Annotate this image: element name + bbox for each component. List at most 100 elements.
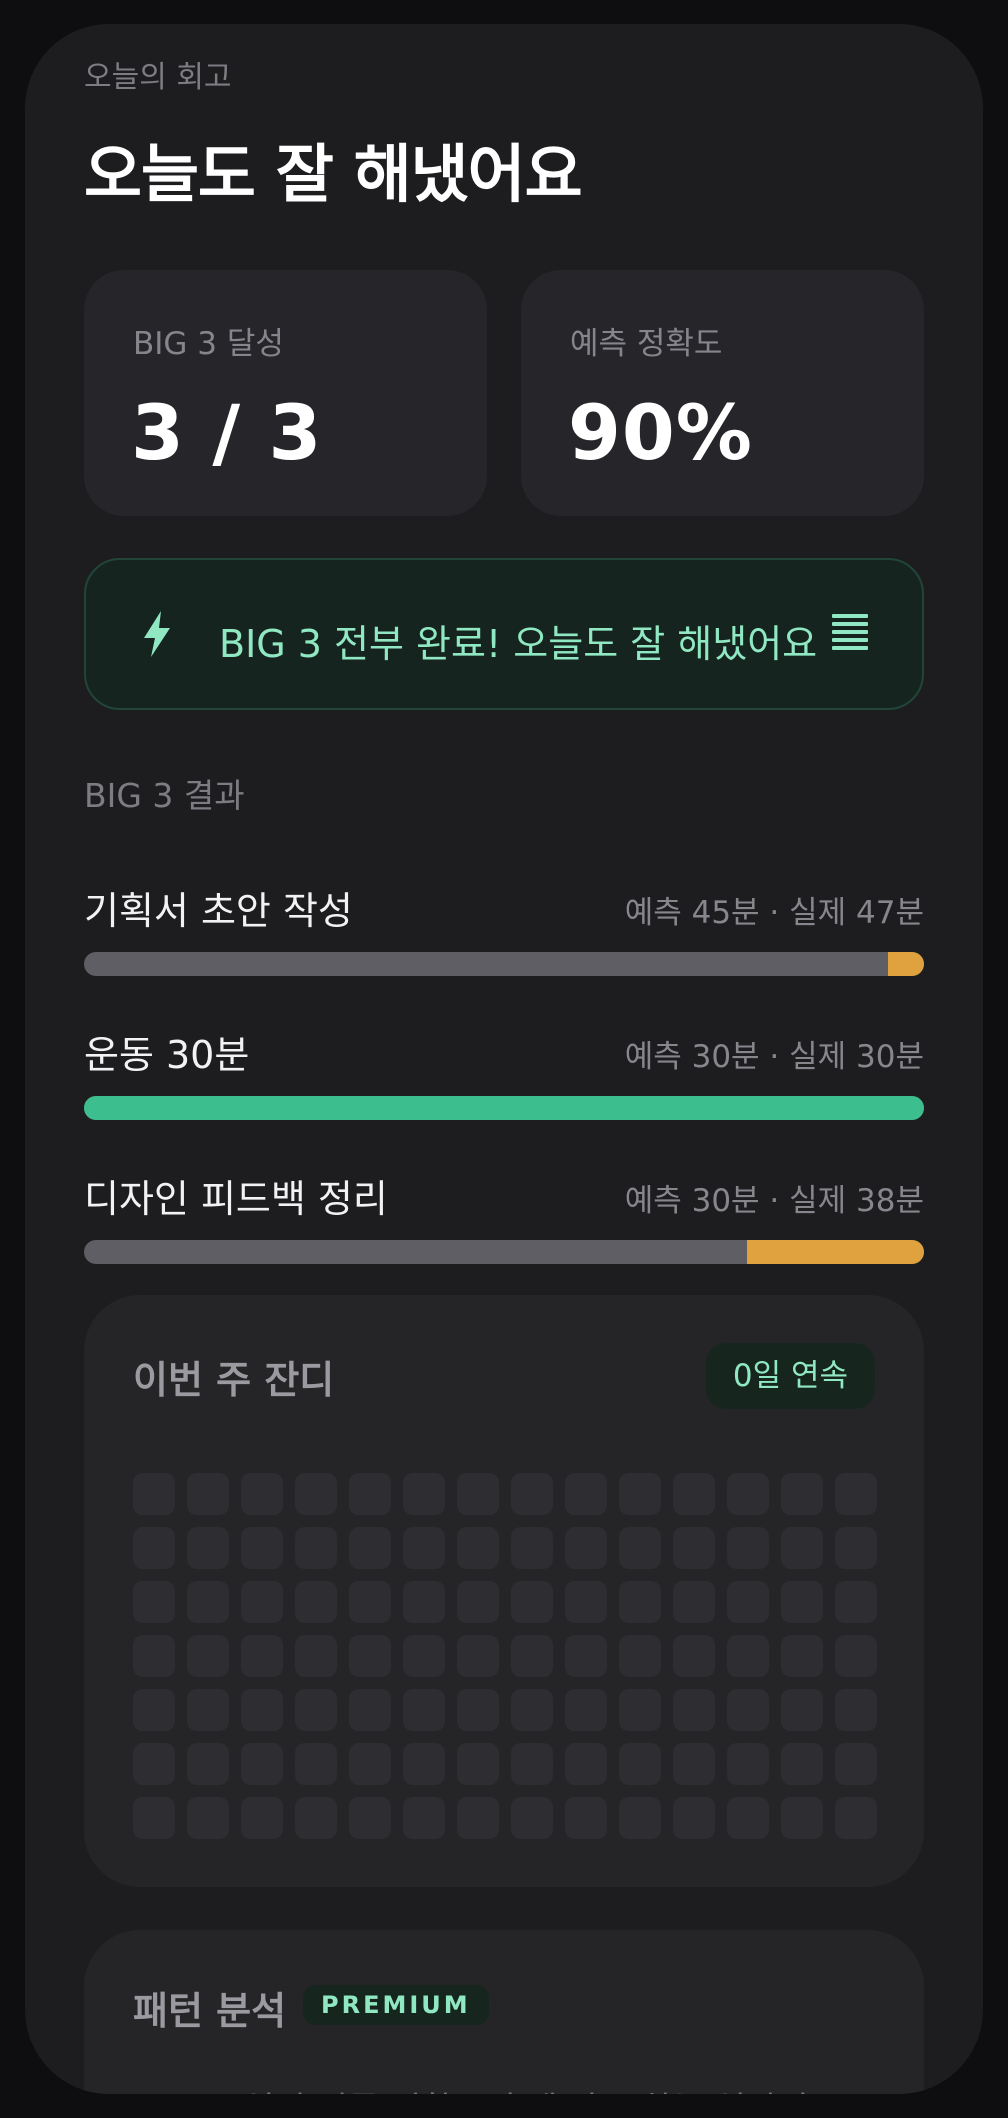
grass-cell	[349, 1743, 391, 1785]
grass-cell	[619, 1797, 661, 1839]
grass-cell	[295, 1581, 337, 1623]
grass-cell	[295, 1743, 337, 1785]
banner-text: BIG 3 전부 완료! 오늘도 잘 해냈어요	[219, 622, 818, 666]
grass-cell	[403, 1581, 445, 1623]
grass-cell	[511, 1527, 553, 1569]
grass-cell	[457, 1581, 499, 1623]
grass-cell	[187, 1743, 229, 1785]
grass-cell	[133, 1743, 175, 1785]
task-name: 디자인 피드백 정리	[84, 1177, 388, 1221]
grass-cell	[511, 1689, 553, 1731]
grass-cell	[835, 1689, 877, 1731]
grass-cell	[403, 1689, 445, 1731]
grass-cell	[241, 1743, 283, 1785]
grass-cell	[511, 1797, 553, 1839]
grass-cell	[133, 1473, 175, 1515]
task-progress-bar	[84, 952, 924, 976]
grass-cell	[565, 1635, 607, 1677]
completion-banner: BIG 3 전부 완료! 오늘도 잘 해냈어요	[84, 558, 924, 710]
grass-cell	[619, 1743, 661, 1785]
grass-cell	[241, 1581, 283, 1623]
activity-grid	[133, 1473, 877, 1839]
task-row[interactable]: 운동 30분 예측 30분 · 실제 30분	[84, 1024, 924, 1134]
grass-cell	[187, 1473, 229, 1515]
grass-cell	[349, 1689, 391, 1731]
grass-cell	[457, 1527, 499, 1569]
grass-cell	[295, 1635, 337, 1677]
grass-cell	[187, 1797, 229, 1839]
grass-cell	[349, 1797, 391, 1839]
grass-cell	[673, 1473, 715, 1515]
grass-cell	[457, 1635, 499, 1677]
grass-cell	[727, 1527, 769, 1569]
grass-cell	[781, 1743, 823, 1785]
grass-cell	[511, 1635, 553, 1677]
grass-cell	[403, 1527, 445, 1569]
grass-cell	[673, 1797, 715, 1839]
grass-cell	[295, 1527, 337, 1569]
task-progress-bar	[84, 1240, 924, 1264]
grass-cell	[619, 1581, 661, 1623]
grass-title: 이번 주 잔디	[133, 1358, 335, 1402]
task-name: 기획서 초안 작성	[84, 889, 353, 933]
grass-cell	[187, 1689, 229, 1731]
streak-badge: 0일 연속	[705, 1343, 875, 1409]
grass-cell	[241, 1689, 283, 1731]
grass-cell	[133, 1689, 175, 1731]
task-time-meta: 예측 30분 · 실제 38분	[624, 1183, 924, 1219]
grass-cell	[403, 1797, 445, 1839]
grass-cell	[565, 1527, 607, 1569]
grass-cell	[133, 1581, 175, 1623]
task-time-meta: 예측 45분 · 실제 47분	[624, 895, 924, 931]
grass-cell	[673, 1689, 715, 1731]
grass-cell	[403, 1743, 445, 1785]
stat-label: BIG 3 달성	[133, 326, 284, 362]
grass-cell	[781, 1797, 823, 1839]
grass-cell	[457, 1797, 499, 1839]
grass-cell	[241, 1527, 283, 1569]
task-row[interactable]: 기획서 초안 작성 예측 45분 · 실제 47분	[84, 880, 924, 990]
overtime-segment	[888, 952, 924, 976]
grass-cell	[619, 1527, 661, 1569]
grass-cell	[349, 1473, 391, 1515]
pattern-title: 패턴 분석	[133, 1989, 287, 2033]
pattern-analysis-card[interactable]: 패턴 분석 PREMIUM 요일별 리듬·정확도 추세·자주 하는 일까지 —	[84, 1930, 924, 2094]
grass-cell	[403, 1473, 445, 1515]
grass-cell	[835, 1797, 877, 1839]
grass-cell	[187, 1581, 229, 1623]
grass-cell	[781, 1473, 823, 1515]
task-row[interactable]: 디자인 피드백 정리 예측 30분 · 실제 38분	[84, 1168, 924, 1278]
grass-cell	[619, 1689, 661, 1731]
grass-cell	[673, 1635, 715, 1677]
results-section-label: BIG 3 결과	[84, 776, 245, 815]
grass-cell	[565, 1473, 607, 1515]
grass-cell	[835, 1473, 877, 1515]
weekly-grass-card: 이번 주 잔디 0일 연속	[84, 1295, 924, 1887]
grass-cell	[835, 1581, 877, 1623]
grass-cell	[457, 1743, 499, 1785]
pattern-description: 요일별 리듬·정확도 추세·자주 하는 일까지 —	[212, 2082, 853, 2094]
grass-cell	[727, 1689, 769, 1731]
page-kicker: 오늘의 회고	[84, 60, 232, 95]
lightning-bolt-icon	[144, 611, 170, 657]
celebration-icon	[832, 614, 868, 660]
grass-cell	[781, 1635, 823, 1677]
grass-cell	[241, 1635, 283, 1677]
premium-badge: PREMIUM	[303, 1985, 489, 2025]
grass-cell	[727, 1635, 769, 1677]
grass-cell	[133, 1527, 175, 1569]
grass-cell	[403, 1635, 445, 1677]
grass-cell	[511, 1743, 553, 1785]
grass-cell	[619, 1635, 661, 1677]
task-time-meta: 예측 30분 · 실제 30분	[624, 1039, 924, 1075]
grass-cell	[511, 1581, 553, 1623]
grass-cell	[133, 1635, 175, 1677]
grass-cell	[565, 1689, 607, 1731]
retro-screen: 오늘의 회고 오늘도 잘 해냈어요 BIG 3 달성 3 / 3 예측 정확도 …	[25, 24, 983, 2094]
on-time-segment	[84, 1096, 924, 1120]
grass-cell	[781, 1527, 823, 1569]
grass-cell	[673, 1743, 715, 1785]
grass-cell	[835, 1527, 877, 1569]
grass-cell	[565, 1743, 607, 1785]
grass-cell	[835, 1743, 877, 1785]
